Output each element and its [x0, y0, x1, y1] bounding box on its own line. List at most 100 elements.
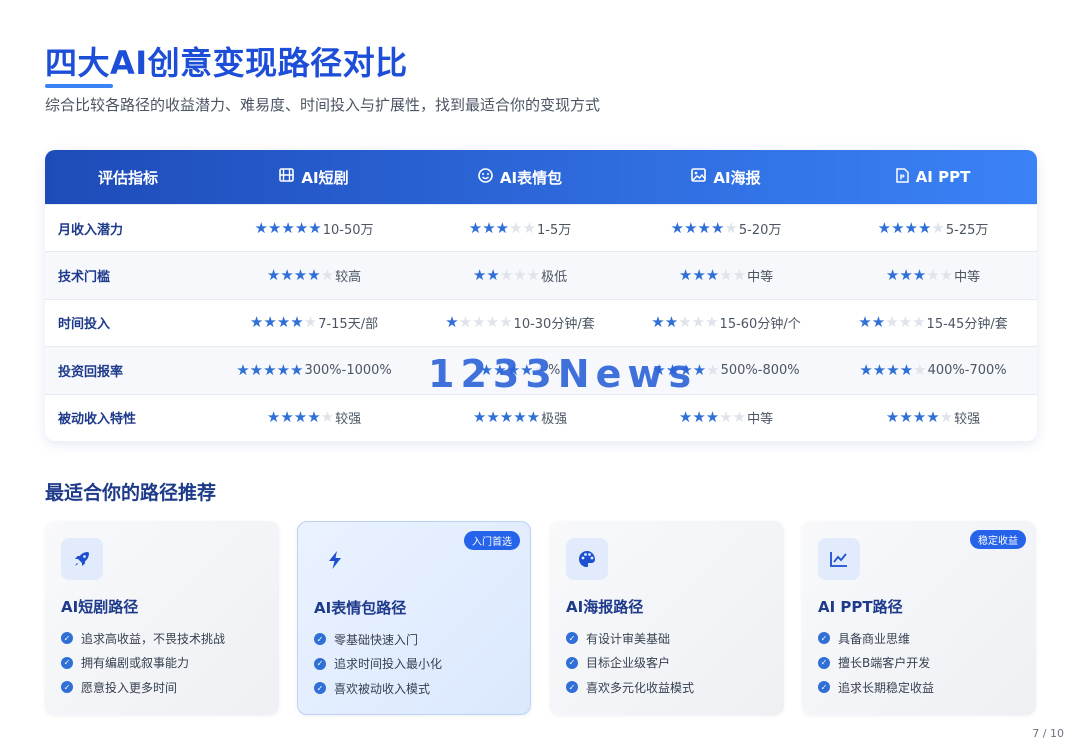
- recommend-title: 最适合你的路径推荐: [45, 482, 217, 504]
- star-icon: ★: [290, 360, 304, 379]
- check-icon: ✓: [566, 656, 578, 669]
- star-icon: ★: [495, 218, 510, 237]
- star-icon: ★: [266, 266, 281, 285]
- star-icon: ★: [684, 218, 698, 237]
- chart-line-icon: [818, 538, 860, 580]
- star-rating: ★ ★ ★ ★ ★: [858, 315, 925, 330]
- star-rating: ★ ★ ★ ★ ★: [473, 268, 540, 283]
- star-icon: ★: [263, 360, 277, 379]
- row-label: 被动收入特性: [58, 412, 137, 428]
- rating-cell: ★ ★ ★ ★ ★ 中等: [829, 252, 1037, 298]
- star-icon: ★: [249, 313, 264, 332]
- star-icon: ★: [885, 266, 900, 285]
- check-icon: ✓: [61, 681, 73, 694]
- rating-cell: ★ ★ ★ ★ ★ 极强: [417, 395, 623, 441]
- star-icon: ★: [939, 266, 954, 285]
- star-icon: ★: [678, 266, 693, 285]
- list-item: ✓ 目标企业级客户: [566, 651, 694, 676]
- card-ai-sticker: 入门首选 AI表情包路径 ✓ 零基础快速入门 ✓ 追求时间投入最小化 ✓ 喜欢被动收入…: [297, 521, 531, 715]
- star-icon: ★: [293, 408, 308, 427]
- rating-cell: ★ ★ ★ ★ ★ 中等: [623, 252, 829, 298]
- star-icon: ★: [249, 360, 264, 379]
- rating-cell: ★ ★ ★ ★ ★ 15-45分钟/套: [829, 300, 1037, 346]
- header-ai-drama: AI短剧: [211, 150, 417, 204]
- star-icon: ★: [886, 360, 900, 379]
- star-rating: ★ ★ ★ ★ ★: [651, 315, 718, 330]
- rating-text: 极低: [541, 270, 568, 286]
- title-underline: [45, 84, 113, 88]
- star-icon: ★: [732, 408, 747, 427]
- list-item: ✓ 追求长期稳定收益: [818, 675, 934, 700]
- check-icon: ✓: [566, 632, 578, 645]
- card-title: AI PPT路径: [818, 598, 903, 616]
- star-icon: ★: [899, 266, 913, 285]
- star-icon: ★: [926, 408, 940, 427]
- header-ai-poster: AI海报: [623, 150, 829, 204]
- rocket-icon: [61, 538, 103, 580]
- rating-text: 较高: [335, 270, 362, 286]
- star-icon: ★: [485, 313, 500, 332]
- card-ai-drama: AI短剧路径 ✓ 追求高收益，不畏技术挑战 ✓ 拥有编剧或叙事能力 ✓ 愿意投入更多时…: [45, 521, 279, 715]
- star-icon: ★: [664, 313, 679, 332]
- star-icon: ★: [859, 360, 873, 379]
- check-icon: ✓: [314, 682, 326, 695]
- rating-text: 中等: [747, 270, 774, 286]
- star-icon: ★: [458, 313, 473, 332]
- star-rating: ★ ★ ★ ★ ★: [250, 315, 317, 330]
- star-icon: ★: [691, 313, 706, 332]
- star-icon: ★: [290, 313, 304, 332]
- card-title: AI表情包路径: [314, 599, 407, 617]
- card-list: ✓ 追求高收益，不畏技术挑战 ✓ 拥有编剧或叙事能力 ✓ 愿意投入更多时间: [61, 626, 225, 700]
- comparison-table: 评估指标 AI短剧 AI表情包 AI海报 P AI PPT 月收入潜力 ★ ★ ★ ★ ★: [45, 150, 1037, 441]
- header-ai-ppt: P AI PPT: [829, 150, 1037, 204]
- star-icon: ★: [526, 266, 541, 285]
- star-icon: ★: [885, 408, 900, 427]
- table-row: 月收入潜力 ★ ★ ★ ★ ★ 10-50万 ★ ★ ★ ★ ★ 1-5万 ★ ★ ★ ★ ★ 5-20万 ★ ★ ★ ★ ★…: [45, 204, 1037, 251]
- star-icon: ★: [899, 408, 913, 427]
- rating-text: 1-5万: [537, 222, 572, 238]
- star-icon: ★: [294, 218, 309, 237]
- check-icon: ✓: [818, 656, 830, 669]
- rating-text: 中等: [954, 270, 981, 286]
- list-item: ✓ 拥有编剧或叙事能力: [61, 651, 225, 676]
- star-icon: ★: [651, 313, 665, 332]
- star-icon: ★: [678, 408, 693, 427]
- star-icon: ★: [705, 313, 719, 332]
- check-icon: ✓: [818, 632, 830, 645]
- star-icon: ★: [513, 266, 527, 285]
- star-rating: ★ ★ ★ ★ ★: [859, 360, 926, 379]
- check-icon: ✓: [61, 656, 73, 669]
- rating-text: 500%-800%: [720, 362, 800, 378]
- star-icon: ★: [472, 408, 487, 427]
- list-item: ✓ 愿意投入更多时间: [61, 675, 225, 700]
- star-icon: ★: [445, 313, 459, 332]
- star-icon: ★: [263, 313, 277, 332]
- badge-beginner: 入门首选: [464, 531, 520, 550]
- list-item: ✓ 喜欢被动收入模式: [314, 676, 442, 701]
- star-icon: ★: [926, 266, 940, 285]
- star-icon: ★: [254, 218, 268, 237]
- star-icon: ★: [267, 218, 282, 237]
- badge-stable: 稳定收益: [970, 530, 1026, 549]
- rating-text: 300%-1000%: [304, 362, 392, 378]
- rating-text: 5-25万: [945, 222, 989, 238]
- star-icon: ★: [692, 266, 706, 285]
- star-icon: ★: [266, 408, 281, 427]
- star-icon: ★: [670, 218, 685, 237]
- check-icon: ✓: [818, 681, 830, 694]
- star-icon: ★: [719, 408, 733, 427]
- list-item: ✓ 具备商业思维: [818, 626, 934, 651]
- rating-text: 400%-700%: [927, 362, 1007, 378]
- rating-text: 7-15天/部: [318, 317, 379, 333]
- rating-cell: ★ ★ ★ ★ ★ 7-15天/部: [211, 300, 417, 346]
- page-number: 7 / 10: [1032, 727, 1064, 740]
- header-ai-sticker: AI表情包: [417, 150, 623, 204]
- star-rating: ★ ★ ★ ★ ★: [236, 360, 304, 379]
- star-icon: ★: [871, 313, 886, 332]
- star-icon: ★: [509, 218, 523, 237]
- star-icon: ★: [276, 360, 291, 379]
- star-icon: ★: [912, 313, 926, 332]
- watermark: 1233News: [428, 352, 698, 396]
- rating-text: 15-60分钟/个: [719, 317, 801, 333]
- star-icon: ★: [486, 408, 500, 427]
